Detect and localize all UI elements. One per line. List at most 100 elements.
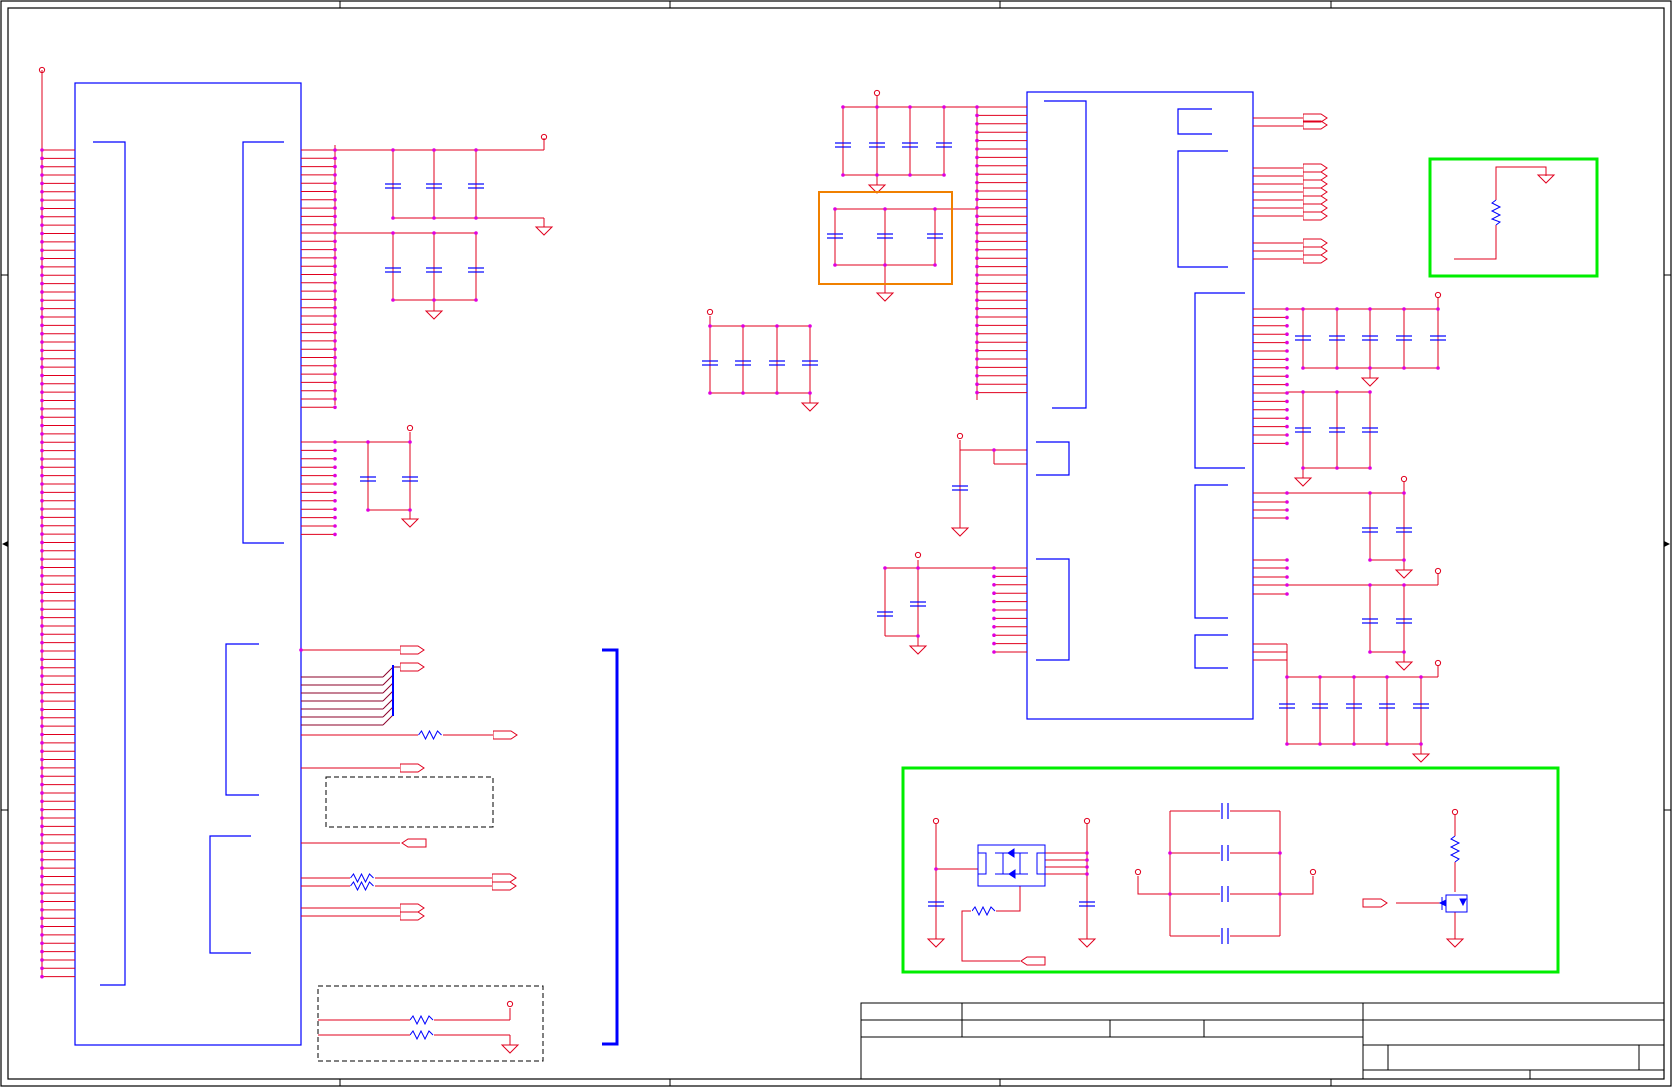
cap-array-right	[1286, 297, 1439, 752]
net-junction-icon	[1285, 349, 1289, 353]
power-port-icon	[873, 89, 881, 97]
net-junction-icon	[40, 674, 44, 678]
net-junction-icon	[1085, 851, 1089, 855]
ground-icon	[501, 1042, 519, 1054]
net-junction-icon	[40, 791, 44, 795]
net-junction-icon	[333, 507, 337, 512]
net-junction-icon	[391, 148, 395, 152]
net-junction-icon	[333, 330, 337, 335]
net-junction-icon	[40, 206, 44, 211]
ground-icon	[1395, 659, 1413, 671]
power-port-icon	[1083, 817, 1091, 825]
net-junction-icon	[40, 615, 44, 620]
net-junction-icon	[1301, 390, 1305, 394]
net-junction-icon	[975, 206, 979, 210]
net-junction-icon	[916, 566, 920, 570]
net-junction-icon	[333, 448, 337, 453]
pullup-circuit	[1454, 166, 1547, 260]
net-junction-icon	[916, 634, 920, 638]
net-junction-icon	[934, 867, 938, 871]
net-junction-icon	[1285, 441, 1289, 446]
net-junction-icon	[333, 181, 337, 185]
net-junction-icon	[1285, 374, 1289, 379]
net-junction-icon	[992, 641, 996, 646]
net-junction-icon	[333, 457, 337, 461]
net-junction-icon	[975, 390, 979, 395]
net-junction-icon	[40, 557, 44, 561]
ground-icon	[1361, 375, 1379, 387]
net-junction-icon	[1352, 742, 1356, 746]
net-junction-icon	[432, 231, 436, 235]
bus-entries	[301, 666, 400, 726]
ground-icon	[876, 290, 894, 302]
net-junction-icon	[333, 364, 337, 368]
resistor-icon	[1449, 835, 1461, 863]
net-junction-icon	[975, 298, 979, 303]
net-junction-icon	[1285, 357, 1289, 362]
net-junction-icon	[40, 732, 44, 737]
cap-array-upper-left	[301, 138, 545, 518]
net-junction-icon	[40, 156, 44, 161]
net-junction-icon	[1085, 858, 1089, 862]
net-junction-icon	[474, 298, 478, 302]
net-junction-icon	[1278, 851, 1282, 855]
net-junction-icon	[333, 482, 337, 486]
net-junction-icon	[40, 599, 44, 603]
net-junction-icon	[1419, 675, 1423, 679]
net-junction-icon	[40, 240, 44, 244]
net-junction-icon	[975, 365, 979, 370]
net-junction-icon	[408, 508, 412, 512]
power-port-icon	[1434, 291, 1442, 299]
net-junction-icon	[1368, 466, 1372, 470]
net-junction-icon	[975, 231, 979, 235]
highlight-green-box	[901, 766, 1560, 974]
resistor-icon	[972, 906, 996, 916]
net-junction-icon	[1285, 575, 1289, 579]
ground-icon	[951, 525, 969, 537]
net-junction-icon	[40, 515, 44, 520]
net-junction-icon	[1368, 366, 1372, 370]
net-junction-icon	[333, 164, 337, 169]
net-junction-icon	[391, 216, 395, 220]
net-junction-icon	[975, 290, 979, 294]
net-junction-icon	[333, 231, 337, 235]
power-port-icon	[506, 1000, 514, 1008]
net-junction-icon	[992, 608, 996, 612]
net-junction-icon	[40, 398, 44, 403]
net-junction-icon	[333, 189, 337, 194]
net-junction-icon	[333, 256, 337, 260]
net-junction-icon	[391, 298, 395, 302]
net-junction-icon	[1285, 566, 1289, 570]
net-junction-icon	[40, 716, 44, 720]
net-junction-icon	[1318, 742, 1322, 746]
net-junction-icon	[975, 222, 979, 227]
net-junction-icon	[975, 122, 979, 126]
net-junction-icon	[40, 841, 44, 845]
mosfet-icon	[977, 844, 1046, 887]
net-junction-icon	[975, 214, 979, 218]
net-junction-icon	[1085, 865, 1089, 869]
net-junction-icon	[40, 215, 44, 219]
net-junction-icon	[40, 173, 44, 177]
net-junction-icon	[1285, 424, 1289, 429]
capacitor-icon	[359, 183, 485, 482]
net-junction-icon	[333, 465, 337, 470]
net-junction-icon	[333, 339, 337, 343]
net-junction-icon	[975, 189, 979, 193]
net-junction-icon	[40, 265, 44, 269]
net-junction-icon	[40, 574, 44, 578]
net-junction-icon	[40, 223, 44, 227]
net-junction-icon	[1385, 742, 1389, 746]
net-junction-icon	[1335, 366, 1339, 370]
net-junction-icon	[333, 281, 337, 285]
net-junction-icon	[40, 331, 44, 336]
net-junction-icon	[992, 616, 996, 621]
net-junction-icon	[992, 566, 996, 570]
net-junction-icon	[1402, 491, 1406, 495]
net-junction-icon	[808, 391, 812, 395]
net-junction-icon	[40, 498, 44, 503]
net-junction-icon	[40, 256, 44, 261]
net-junction-icon	[333, 206, 337, 210]
net-junction-icon	[975, 172, 979, 176]
net-junction-icon	[1285, 332, 1289, 337]
